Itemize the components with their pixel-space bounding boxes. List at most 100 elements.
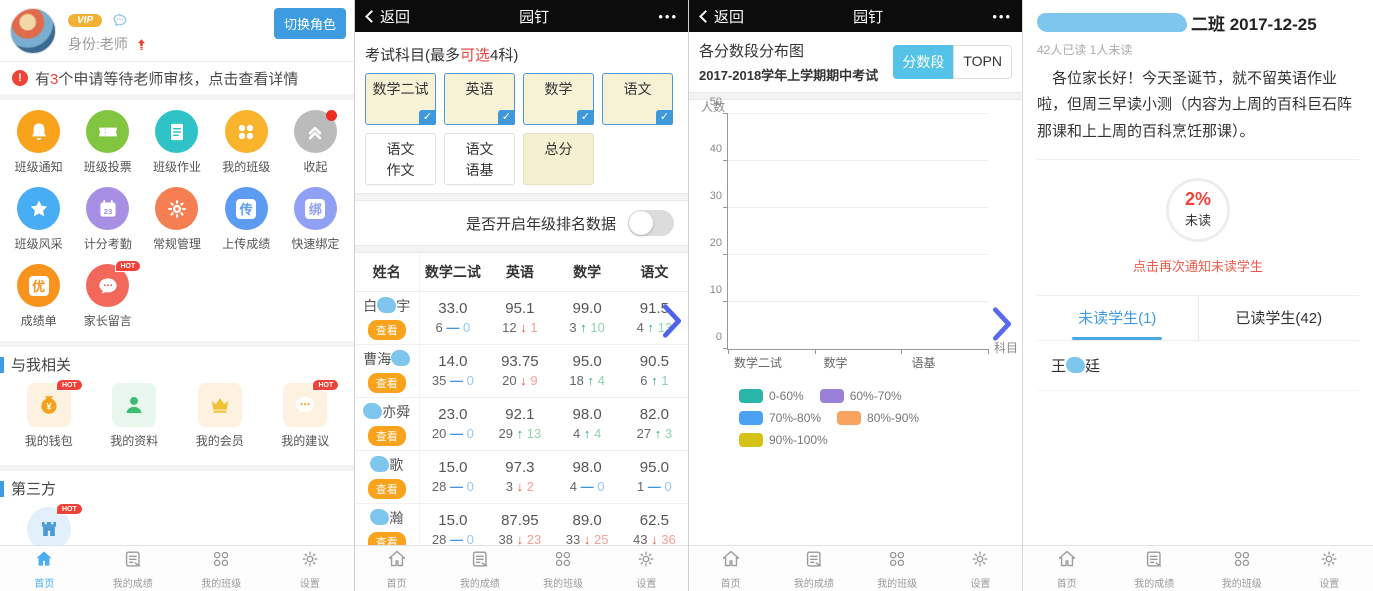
tab-scores[interactable]: 我的成绩 (772, 546, 855, 591)
app-我的班级[interactable]: 我的班级 (212, 110, 281, 175)
name-cell: 瀚查看 (355, 503, 420, 545)
chart-bar[interactable] (954, 345, 981, 349)
rank-delta: 23 (523, 532, 542, 545)
subject-chip-数学二试[interactable]: 数学二试 ✓ (365, 73, 436, 125)
app-计分考勤[interactable]: 23 计分考勤 (73, 187, 142, 252)
view-button[interactable]: 查看 (367, 531, 406, 545)
tab-已读学生(42)[interactable]: 已读学生(42) (1197, 295, 1360, 340)
app-班级通知[interactable]: 班级通知 (4, 110, 73, 175)
app-label: 班级风采 (14, 237, 63, 251)
back-button[interactable]: 返回 (699, 6, 744, 27)
gridline (728, 160, 988, 161)
rank-value: 18 (569, 373, 588, 388)
upgrade-arrow-icon[interactable] (134, 37, 149, 52)
app-我的会员[interactable]: 我的会员 (177, 383, 263, 449)
tab-home[interactable]: 首页 (1023, 546, 1111, 591)
view-button[interactable]: 查看 (367, 372, 406, 393)
rank-change: 3 ↑ 10 (554, 320, 621, 335)
subject-chip-数学[interactable]: 数学 ✓ (523, 73, 594, 125)
student-list-item[interactable]: 王廷 (1037, 341, 1359, 391)
rank-value: 27 (636, 426, 655, 441)
unread-percent-ring: 2% 未读 (1166, 177, 1230, 242)
app-我的建议[interactable]: HOT 我的建议 (263, 379, 349, 449)
more-menu-button[interactable]: ••• (658, 9, 678, 24)
chart-bar-数学[interactable] (823, 347, 850, 349)
chat-bubble-icon[interactable] (110, 10, 130, 30)
tab-label: 设置 (299, 578, 320, 590)
rank-value: 4 (636, 320, 648, 335)
app-快速绑定[interactable]: 绑快速绑定 (281, 187, 350, 252)
app-label: 家长留言 (83, 314, 132, 328)
tab-scores[interactable]: 我的成绩 (438, 546, 521, 591)
chart-bar[interactable] (866, 345, 893, 349)
chart-bar[interactable] (779, 347, 806, 349)
app-我的资料[interactable]: 我的资料 (92, 383, 178, 449)
score-value: 97.3 (505, 459, 535, 476)
score-value: 33.0 (438, 300, 468, 317)
back-button[interactable]: 返回 (365, 6, 410, 27)
app-上传成绩[interactable]: 传上传成绩 (212, 187, 281, 252)
back-icon (699, 9, 712, 23)
more-menu-button[interactable]: ••• (992, 9, 1012, 24)
app-班级投票[interactable]: 班级投票 (73, 110, 142, 175)
avatar[interactable] (10, 8, 56, 54)
name-text: 歌 (389, 456, 404, 473)
view-button[interactable]: 查看 (367, 478, 406, 499)
app-成绩单[interactable]: 优成绩单 (4, 264, 73, 329)
tab-未读学生(1)[interactable]: 未读学生(1) (1037, 296, 1198, 340)
person-icon (112, 383, 157, 427)
subject-chip-语文语基[interactable]: 语文 语基 (444, 133, 515, 185)
next-page-chevron-icon[interactable] (660, 302, 684, 340)
subject-chip-英语[interactable]: 英语 ✓ (444, 73, 515, 125)
app-家长留言[interactable]: HOT 家长留言 (73, 260, 142, 329)
tab-class[interactable]: 我的班级 (1198, 546, 1286, 591)
tab-settings[interactable]: 设置 (939, 546, 1022, 591)
app-园钉课堂[interactable]: HOT园钉课堂 (6, 503, 92, 545)
tab-scores[interactable]: 我的成绩 (89, 546, 178, 591)
settings-icon (299, 548, 321, 573)
score-value: 82.0 (639, 406, 669, 423)
read-tabs: 未读学生(1) 已读学生(42) (1037, 294, 1360, 341)
tab-settings[interactable]: 设置 (605, 546, 688, 591)
subject-chip-语文作文[interactable]: 语文 作文 (365, 133, 436, 185)
app-班级作业[interactable]: 班级作业 (142, 110, 211, 175)
segment-view-button[interactable]: 分数段 (893, 45, 954, 79)
subject-chip-总分[interactable]: 总分 (523, 133, 594, 185)
notify-unread-link[interactable]: 点击再次通知未读学生 (1037, 256, 1359, 275)
rank-value: 28 (431, 479, 450, 494)
switch-role-button[interactable]: 切换角色 (273, 8, 346, 39)
tab-class[interactable]: 我的班级 (177, 546, 266, 591)
view-button[interactable]: 查看 (367, 319, 406, 340)
app-label: 班级通知 (14, 160, 63, 174)
tab-home[interactable]: 首页 (355, 546, 438, 591)
tab-scores[interactable]: 我的成绩 (1111, 546, 1199, 591)
table-row: 亦舜 查看 23.0 20 — 0 92.1 29 ↑ 13 98.0 4 ↑ 4 82.0 27… (355, 397, 688, 451)
rank-change: 27 ↑ 3 (621, 426, 688, 441)
app-班级风采[interactable]: 班级风采 (4, 187, 73, 252)
app-label: 我的钱包 (24, 434, 73, 448)
student-name: 歌 (355, 455, 419, 475)
rank-toggle[interactable] (628, 210, 674, 236)
pending-approval-notice[interactable]: ! 有3个申请等待老师审核，点击查看详情 (0, 62, 354, 100)
tab-class[interactable]: 我的班级 (522, 546, 605, 591)
subject-chip-语文[interactable]: 语文 ✓ (602, 73, 673, 125)
home-icon (720, 548, 742, 573)
rank-value: 43 (633, 532, 652, 545)
app-常规管理[interactable]: 常规管理 (142, 187, 211, 252)
tab-home[interactable]: 首页 (0, 546, 89, 591)
app-我的钱包[interactable]: ¥ HOT 我的钱包 (6, 379, 92, 449)
app-收起[interactable]: 收起 (281, 110, 350, 175)
chart-bar-语基[interactable] (910, 345, 937, 349)
tab-settings[interactable]: 设置 (266, 546, 355, 591)
name-cell: 白宇查看 (355, 291, 420, 345)
score-value: 93.75 (501, 353, 539, 370)
class-icon (552, 548, 574, 573)
tab-class[interactable]: 我的班级 (856, 546, 939, 591)
topn-view-button[interactable]: TOPN (953, 45, 1012, 79)
next-page-chevron-icon[interactable] (990, 305, 1014, 343)
chart-bar-数学二试[interactable] (735, 346, 762, 349)
tab-settings[interactable]: 设置 (1286, 546, 1373, 591)
view-button[interactable]: 查看 (367, 425, 406, 446)
x-tick-mark (988, 349, 989, 354)
tab-home[interactable]: 首页 (689, 546, 772, 591)
